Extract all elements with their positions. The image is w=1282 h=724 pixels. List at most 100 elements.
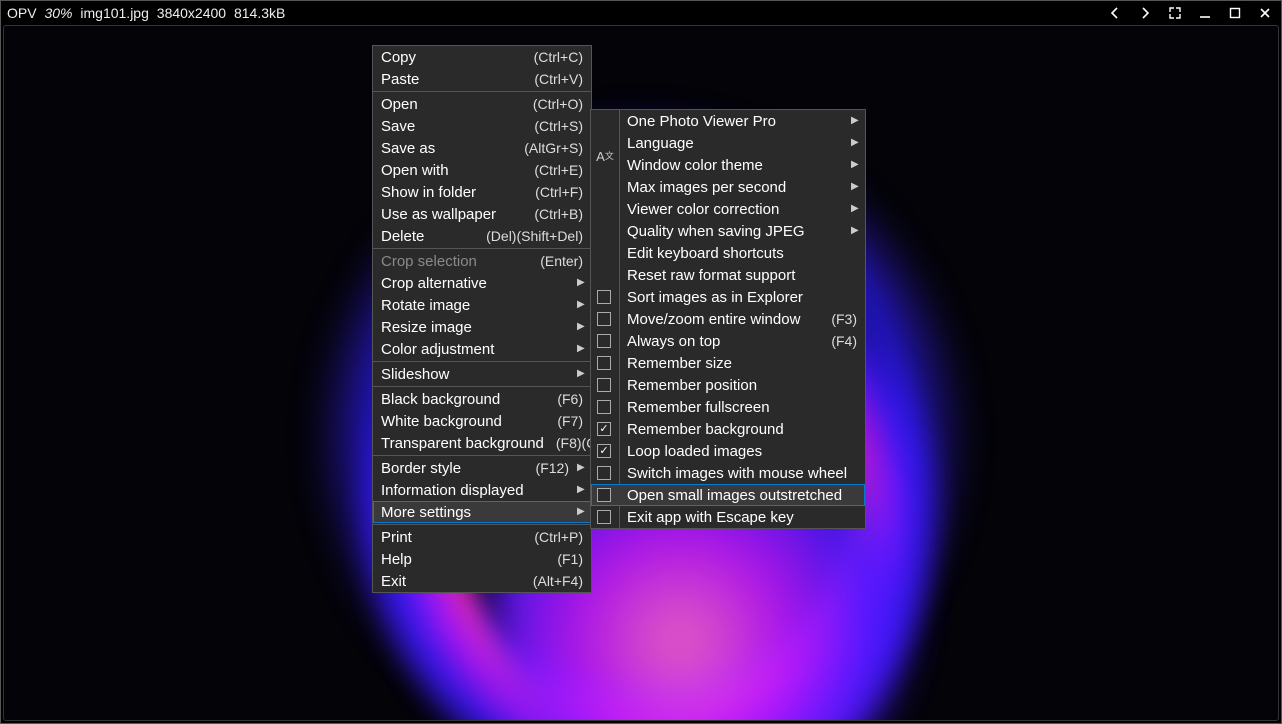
menu-item-shortcut: (F12) (536, 461, 569, 475)
sub-pro[interactable]: One Photo Viewer Pro▶ (591, 110, 865, 132)
menu-wallpaper[interactable]: Use as wallpaper(Ctrl+B) (373, 203, 591, 225)
sub-edit-shortcuts[interactable]: Edit keyboard shortcuts (591, 242, 865, 264)
menu-transparent-bg[interactable]: Transparent background(F8)(Ctrl+F8) (373, 432, 591, 454)
submenu-arrow-icon: ▶ (577, 344, 583, 354)
menu-item-label: Resize image (381, 320, 569, 335)
sub-language[interactable]: Language ▶ (591, 132, 865, 154)
menu-item-shortcut: (Ctrl+O) (533, 97, 583, 111)
menu-open[interactable]: Open(Ctrl+O) (373, 93, 591, 115)
context-menu: Copy(Ctrl+C)Paste(Ctrl+V)Open(Ctrl+O)Sav… (372, 45, 592, 593)
menu-open-with[interactable]: Open with(Ctrl+E) (373, 159, 591, 181)
menu-separator (373, 455, 591, 456)
menu-item-shortcut: (F3) (831, 312, 857, 326)
menu-item-shortcut: (F4) (831, 334, 857, 348)
titlebar: OPV 30% img101.jpg 3840x2400 814.3kB (1, 1, 1281, 25)
sub-window-theme[interactable]: Window color theme▶ (591, 154, 865, 176)
sub-jpeg-quality[interactable]: Quality when saving JPEG▶ (591, 220, 865, 242)
menu-item-label: Remember fullscreen (627, 400, 857, 415)
menu-white-bg[interactable]: White background(F7) (373, 410, 591, 432)
sub-mouse-wheel[interactable]: Switch images with mouse wheel (591, 462, 865, 484)
sub-exit-escape[interactable]: Exit app with Escape key (591, 506, 865, 528)
menu-save[interactable]: Save(Ctrl+S) (373, 115, 591, 137)
sub-remember-size[interactable]: Remember size (591, 352, 865, 374)
submenu-arrow-icon: ▶ (577, 485, 583, 495)
menu-exit[interactable]: Exit(Alt+F4) (373, 570, 591, 592)
sub-remember-background[interactable]: Remember background (591, 418, 865, 440)
prev-button[interactable] (1107, 5, 1123, 21)
checkbox-icon (597, 290, 611, 304)
sub-move-zoom[interactable]: Move/zoom entire window(F3) (591, 308, 865, 330)
menu-paste[interactable]: Paste(Ctrl+V) (373, 68, 591, 90)
menu-slideshow[interactable]: Slideshow▶ (373, 363, 591, 385)
menu-item-label: Exit app with Escape key (627, 510, 857, 525)
submenu-arrow-icon: ▶ (851, 138, 857, 148)
menu-resize-image[interactable]: Resize image ▶ (373, 316, 591, 338)
checkbox-icon (597, 334, 611, 348)
menu-item-shortcut: (Ctrl+P) (534, 530, 583, 544)
sub-sort-explorer[interactable]: Sort images as in Explorer (591, 286, 865, 308)
window-controls (1107, 5, 1275, 21)
menu-item-label: Transparent background (381, 436, 544, 451)
menu-item-label: Border style (381, 461, 524, 476)
menu-black-bg[interactable]: Black background(F6) (373, 388, 591, 410)
menu-help[interactable]: Help(F1) (373, 548, 591, 570)
menu-separator (373, 91, 591, 92)
sub-always-on-top[interactable]: Always on top(F4) (591, 330, 865, 352)
submenu-arrow-icon: ▶ (851, 182, 857, 192)
menu-item-shortcut: (Alt+F4) (533, 574, 583, 588)
menu-item-label: Black background (381, 392, 545, 407)
submenu-arrow-icon: ▶ (577, 300, 583, 310)
menu-item-label: Remember position (627, 378, 857, 393)
menu-item-label: Crop selection (381, 254, 528, 269)
menu-print[interactable]: Print (Ctrl+P) (373, 526, 591, 548)
sub-color-correction[interactable]: Viewer color correction▶ (591, 198, 865, 220)
menu-color-adjustment[interactable]: Color adjustment ▶ (373, 338, 591, 360)
menu-delete[interactable]: Delete(Del)(Shift+Del) (373, 225, 591, 247)
menu-item-label: Remember size (627, 356, 857, 371)
menu-separator (373, 386, 591, 387)
menu-item-label: More settings (381, 505, 569, 520)
menu-item-label: Language (627, 136, 843, 151)
menu-rotate-image[interactable]: Rotate image ▶ (373, 294, 591, 316)
menu-border-style[interactable]: Border style (F12) ▶ (373, 457, 591, 479)
menu-info-displayed[interactable]: Information displayed▶ (373, 479, 591, 501)
menu-item-label: Help (381, 552, 545, 567)
menu-item-label: Slideshow (381, 367, 569, 382)
menu-crop-selection: Crop selection (Enter) (373, 250, 591, 272)
submenu-arrow-icon: ▶ (577, 463, 583, 473)
menu-item-label: Rotate image (381, 298, 569, 313)
close-button[interactable] (1257, 5, 1273, 21)
minimize-button[interactable] (1197, 5, 1213, 21)
checkbox-icon (597, 400, 611, 414)
sub-remember-position[interactable]: Remember position (591, 374, 865, 396)
title-app: OPV (7, 5, 37, 21)
checkbox-icon (597, 356, 611, 370)
menu-item-label: Print (381, 530, 522, 545)
menu-item-label: Reset raw format support (627, 268, 857, 283)
menu-item-label: Sort images as in Explorer (627, 290, 857, 305)
sub-reset-raw[interactable]: Reset raw format support (591, 264, 865, 286)
menu-more-settings[interactable]: More settings▶ (373, 501, 591, 523)
sub-remember-fullscreen[interactable]: Remember fullscreen (591, 396, 865, 418)
menu-show-in-folder[interactable]: Show in folder(Ctrl+F) (373, 181, 591, 203)
sub-loop-images[interactable]: Loop loaded images (591, 440, 865, 462)
menu-item-shortcut: (Enter) (540, 254, 583, 268)
sub-outstretched[interactable]: Open small images outstretched (591, 484, 865, 506)
menu-item-label: Color adjustment (381, 342, 569, 357)
menu-crop-alternative[interactable]: Crop alternative▶ (373, 272, 591, 294)
next-button[interactable] (1137, 5, 1153, 21)
title-dimensions: 3840x2400 (157, 5, 226, 21)
maximize-button[interactable] (1227, 5, 1243, 21)
menu-separator (373, 361, 591, 362)
submenu-arrow-icon: ▶ (577, 322, 583, 332)
fullscreen-button[interactable] (1167, 5, 1183, 21)
menu-item-shortcut: (Del)(Shift+Del) (486, 229, 583, 243)
more-settings-submenu: A文 One Photo Viewer Pro▶Language▶Window … (590, 109, 866, 529)
menu-copy[interactable]: Copy(Ctrl+C) (373, 46, 591, 68)
menu-save-as[interactable]: Save as(AltGr+S) (373, 137, 591, 159)
menu-item-label: Open with (381, 163, 522, 178)
sub-max-images[interactable]: Max images per second▶ (591, 176, 865, 198)
menu-item-label: Save (381, 119, 522, 134)
menu-item-label: Edit keyboard shortcuts (627, 246, 857, 261)
menu-item-label: Remember background (627, 422, 857, 437)
